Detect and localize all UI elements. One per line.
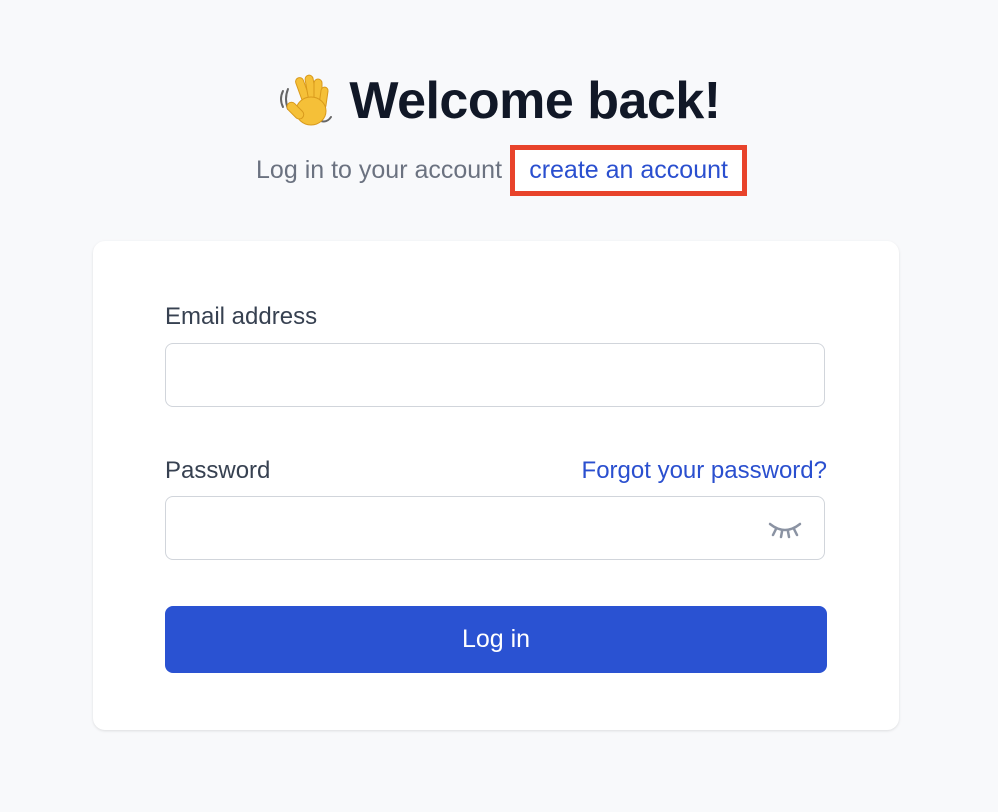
login-button[interactable]: Log in — [165, 606, 827, 673]
page-title: Welcome back! — [349, 72, 721, 130]
eye-closed-icon[interactable] — [768, 516, 802, 540]
subtitle: Log in to your account or create an acco… — [0, 145, 998, 196]
forgot-password-link[interactable]: Forgot your password? — [582, 457, 827, 485]
login-card: Email address Password Forgot your passw… — [93, 241, 899, 730]
page-header: Welcome back! Log in to your account or … — [0, 68, 998, 196]
password-label: Password — [165, 457, 271, 484]
waving-hand-icon — [277, 71, 337, 131]
title-row: Welcome back! — [0, 68, 998, 134]
password-field[interactable] — [165, 496, 825, 560]
create-account-link[interactable]: create an account — [510, 145, 747, 196]
email-label: Email address — [165, 303, 318, 330]
subtitle-text: Log in to your account or — [256, 156, 532, 184]
email-field[interactable] — [165, 343, 825, 407]
